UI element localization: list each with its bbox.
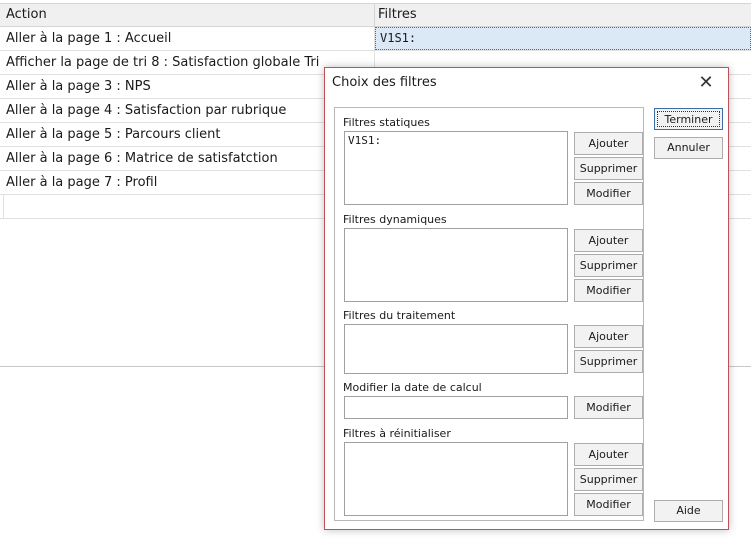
processing-filters-list[interactable] xyxy=(344,324,568,374)
help-button[interactable]: Aide xyxy=(654,500,723,522)
action-cell[interactable]: Aller à la page 3 : NPS xyxy=(0,75,375,98)
processing-add-button[interactable]: Ajouter xyxy=(574,325,643,348)
static-filters-list[interactable]: V1S1: xyxy=(344,131,568,205)
finish-button[interactable]: Terminer xyxy=(654,108,723,130)
calc-date-label: Modifier la date de calcul xyxy=(343,381,482,394)
dynamic-remove-button[interactable]: Supprimer xyxy=(574,254,643,277)
filters-cell[interactable]: V1S1: xyxy=(375,27,751,50)
calc-date-modify-button[interactable]: Modifier xyxy=(574,396,643,419)
static-add-button[interactable]: Ajouter xyxy=(574,132,643,155)
filter-choice-dialog: Choix des filtres ✕ Filtres statiques V1… xyxy=(324,67,729,530)
action-cell[interactable]: Aller à la page 1 : Accueil xyxy=(0,27,375,50)
calc-date-field[interactable] xyxy=(344,396,568,419)
dynamic-filters-label: Filtres dynamiques xyxy=(343,213,447,226)
static-modify-button[interactable]: Modifier xyxy=(574,182,643,205)
dynamic-modify-button[interactable]: Modifier xyxy=(574,279,643,302)
column-header-action[interactable]: Action xyxy=(0,4,375,26)
dynamic-add-button[interactable]: Ajouter xyxy=(574,229,643,252)
reset-add-button[interactable]: Ajouter xyxy=(574,443,643,466)
reset-remove-button[interactable]: Supprimer xyxy=(574,468,643,491)
action-cell[interactable]: Aller à la page 7 : Profil xyxy=(0,171,375,194)
cancel-button[interactable]: Annuler xyxy=(654,137,723,159)
action-cell[interactable]: Aller à la page 4 : Satisfaction par rub… xyxy=(0,99,375,122)
action-cell[interactable]: Afficher la page de tri 8 : Satisfaction… xyxy=(0,51,375,74)
static-filters-label: Filtres statiques xyxy=(343,116,430,129)
reset-modify-button[interactable]: Modifier xyxy=(574,493,643,516)
action-cell[interactable]: Aller à la page 6 : Matrice de satisfatc… xyxy=(0,147,375,170)
processing-remove-button[interactable]: Supprimer xyxy=(574,350,643,373)
grid-new-row-marker xyxy=(3,195,4,218)
dialog-title: Choix des filtres xyxy=(332,75,437,90)
processing-filters-label: Filtres du traitement xyxy=(343,309,456,322)
close-icon[interactable]: ✕ xyxy=(694,72,718,94)
reset-filters-label: Filtres à réinitialiser xyxy=(343,427,451,440)
dynamic-filters-list[interactable] xyxy=(344,228,568,302)
reset-filters-list[interactable] xyxy=(344,442,568,516)
finish-button-label: Terminer xyxy=(657,111,720,127)
action-cell[interactable]: Aller à la page 5 : Parcours client xyxy=(0,123,375,146)
grid-header: Action Filtres xyxy=(0,3,751,27)
static-remove-button[interactable]: Supprimer xyxy=(574,157,643,180)
table-row[interactable]: Aller à la page 1 : Accueil V1S1: xyxy=(0,27,751,51)
filters-panel: Filtres statiques V1S1: Ajouter Supprime… xyxy=(334,107,644,521)
column-header-filters[interactable]: Filtres xyxy=(375,4,751,26)
